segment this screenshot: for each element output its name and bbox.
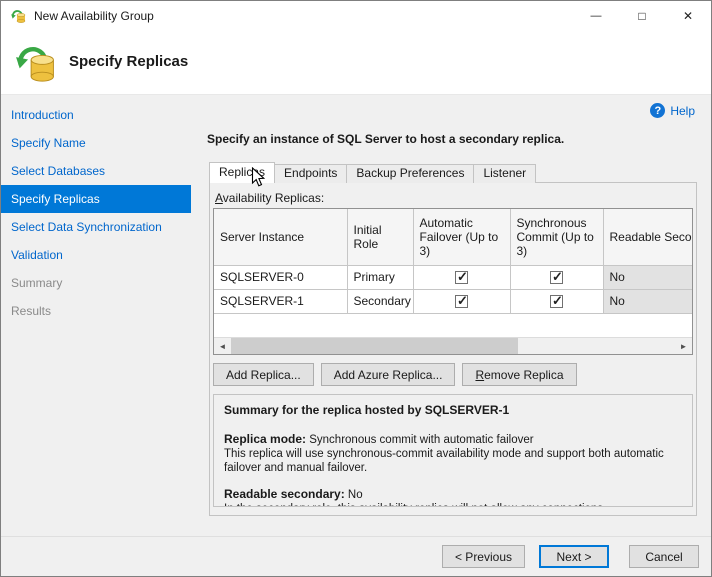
- sidebar-item-select-databases[interactable]: Select Databases: [1, 157, 191, 185]
- col-automatic-failover: Automatic Failover (Up to 3): [413, 209, 510, 265]
- tab-endpoints[interactable]: Endpoints: [274, 164, 347, 183]
- window-title: New Availability Group: [34, 9, 154, 23]
- replica-row-sqlserver-1: SQLSERVER-1 Secondary No: [214, 289, 693, 313]
- cell-initial-role[interactable]: Secondary: [347, 289, 413, 313]
- replica-mode-description: This replica will use synchronous-commit…: [224, 447, 682, 475]
- availability-replicas-label: Availability Replicas:: [215, 191, 324, 205]
- close-icon: ✕: [683, 9, 693, 23]
- cell-automatic-failover: [413, 265, 510, 289]
- summary-title: Summary for the replica hosted by SQLSER…: [224, 403, 682, 417]
- sidebar-item-specify-name[interactable]: Specify Name: [1, 129, 191, 157]
- cell-synchronous-commit: [510, 265, 603, 289]
- replicas-grid: Server Instance Initial Role Automatic F…: [213, 208, 693, 355]
- scrollbar-thumb[interactable]: [231, 338, 518, 354]
- scroll-left-arrow-icon[interactable]: ◄: [214, 338, 231, 354]
- minimize-button[interactable]: —: [573, 1, 619, 31]
- tab-listener[interactable]: Listener: [473, 164, 536, 183]
- synchronous-commit-checkbox[interactable]: [550, 295, 563, 308]
- tab-replicas[interactable]: Replicas: [209, 162, 275, 183]
- sidebar-item-introduction[interactable]: Introduction: [1, 101, 191, 129]
- help-icon: ?: [650, 103, 665, 118]
- new-availability-group-window: New Availability Group — □ ✕ Specify Rep…: [0, 0, 712, 577]
- cell-server-instance[interactable]: SQLSERVER-1: [214, 289, 347, 313]
- replica-tabs: Replicas Endpoints Backup Preferences Li…: [209, 162, 535, 183]
- add-azure-replica-button[interactable]: Add Azure Replica...: [321, 363, 456, 386]
- help-link[interactable]: ? Help: [650, 103, 695, 118]
- help-label: Help: [670, 104, 695, 118]
- col-readable-secondary: Readable Secondary: [603, 209, 693, 265]
- tab-backup-preferences[interactable]: Backup Preferences: [346, 164, 474, 183]
- sidebar-item-validation[interactable]: Validation: [1, 241, 191, 269]
- availability-group-icon: [13, 40, 59, 84]
- instruction-text: Specify an instance of SQL Server to hos…: [207, 132, 564, 146]
- wizard-footer: < Previous Next > Cancel: [1, 536, 711, 576]
- readable-secondary-description: In the secondary role, this availability…: [224, 502, 682, 507]
- sidebar-item-specify-replicas[interactable]: Specify Replicas: [1, 185, 191, 213]
- window-controls: — □ ✕: [573, 1, 711, 31]
- maximize-icon: □: [638, 9, 645, 23]
- previous-button[interactable]: < Previous: [442, 545, 525, 568]
- cell-readable-secondary[interactable]: No: [603, 265, 693, 289]
- sidebar-item-results: Results: [1, 297, 191, 325]
- add-replica-button[interactable]: Add Replica...: [213, 363, 314, 386]
- replica-mode-label: Replica mode:: [224, 432, 306, 446]
- sidebar-item-select-data-sync[interactable]: Select Data Synchronization: [1, 213, 191, 241]
- titlebar: New Availability Group — □ ✕: [1, 1, 711, 31]
- cancel-button[interactable]: Cancel: [629, 545, 699, 568]
- scroll-right-arrow-icon[interactable]: ►: [675, 338, 692, 354]
- minimize-icon: —: [591, 10, 602, 22]
- cell-readable-secondary[interactable]: No: [603, 289, 693, 313]
- replica-mode-value: Synchronous commit with automatic failov…: [309, 434, 533, 446]
- replicas-tab-page: Availability Replicas: Server Instance I…: [209, 182, 697, 516]
- replica-actions: Add Replica... Add Azure Replica... Remo…: [213, 363, 577, 386]
- automatic-failover-checkbox[interactable]: [455, 295, 468, 308]
- automatic-failover-checkbox[interactable]: [455, 271, 468, 284]
- next-button[interactable]: Next >: [539, 545, 609, 568]
- wizard-header: Specify Replicas: [1, 31, 711, 95]
- col-synchronous-commit: Synchronous Commit (Up to 3): [510, 209, 603, 265]
- cell-automatic-failover: [413, 289, 510, 313]
- replica-summary-panel: Summary for the replica hosted by SQLSER…: [213, 394, 693, 507]
- synchronous-commit-checkbox[interactable]: [550, 271, 563, 284]
- maximize-button[interactable]: □: [619, 1, 665, 31]
- col-initial-role: Initial Role: [347, 209, 413, 265]
- horizontal-scrollbar[interactable]: ◄ ►: [214, 337, 692, 354]
- page-title: Specify Replicas: [69, 53, 188, 70]
- cell-initial-role[interactable]: Primary: [347, 265, 413, 289]
- replica-row-sqlserver-0: SQLSERVER-0 Primary No: [214, 265, 693, 289]
- cell-server-instance[interactable]: SQLSERVER-0: [214, 265, 347, 289]
- app-database-icon: [10, 8, 26, 24]
- col-server-instance: Server Instance: [214, 209, 347, 265]
- grid-header-row: Server Instance Initial Role Automatic F…: [214, 209, 693, 265]
- readable-secondary-label: Readable secondary:: [224, 487, 345, 501]
- wizard-steps-sidebar: Introduction Specify Name Select Databas…: [1, 95, 191, 536]
- cell-synchronous-commit: [510, 289, 603, 313]
- close-button[interactable]: ✕: [665, 1, 711, 31]
- sidebar-item-summary: Summary: [1, 269, 191, 297]
- main-panel: ? Help Specify an instance of SQL Server…: [191, 95, 711, 536]
- remove-replica-button[interactable]: Remove Replica: [462, 363, 576, 386]
- readable-secondary-value: No: [348, 489, 363, 501]
